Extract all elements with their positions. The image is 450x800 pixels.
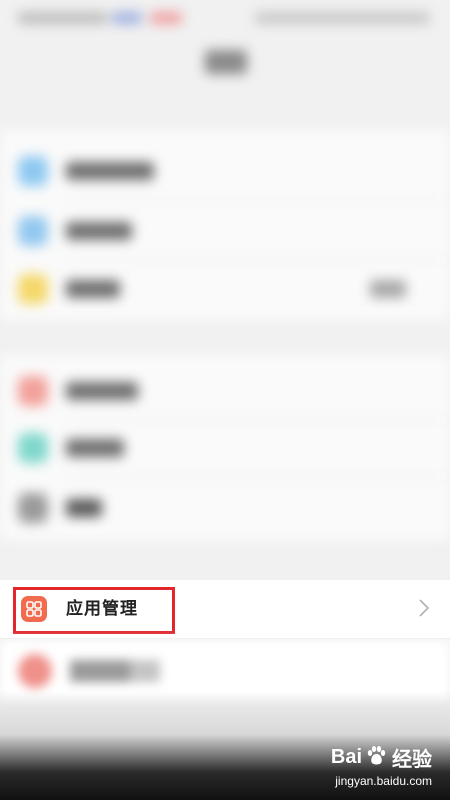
watermark-brand-right: 经验 — [392, 749, 432, 771]
watermark-url: jingyan.baidu.com — [335, 774, 432, 788]
chevron-right-icon — [418, 598, 430, 622]
watermark-brand-left: Bai — [330, 746, 362, 768]
mobile-network-icon — [18, 274, 48, 304]
display-icon — [18, 433, 48, 463]
settings-group-1 — [0, 130, 450, 320]
sound-icon — [18, 493, 48, 523]
bluetooth-icon — [18, 216, 48, 246]
notification-icon — [18, 376, 48, 406]
blurred-settings-content — [0, 0, 450, 580]
status-bar — [0, 0, 450, 36]
page-title — [205, 50, 247, 74]
settings-screen: 应用管理 Bai 经验 jingyan.baidu.com — [0, 0, 450, 800]
list-item[interactable] — [0, 200, 450, 260]
settings-group-2 — [0, 355, 450, 540]
list-item[interactable] — [0, 360, 450, 420]
list-item[interactable] — [0, 258, 450, 318]
list-item[interactable] — [0, 417, 450, 477]
list-item[interactable] — [0, 477, 450, 537]
baidu-paw-icon — [364, 744, 388, 772]
list-item[interactable] — [0, 140, 450, 200]
wifi-icon — [18, 156, 48, 186]
baidu-watermark: Bai 经验 jingyan.baidu.com — [331, 743, 432, 788]
highlight-box — [13, 587, 175, 634]
battery-icon — [18, 654, 52, 688]
